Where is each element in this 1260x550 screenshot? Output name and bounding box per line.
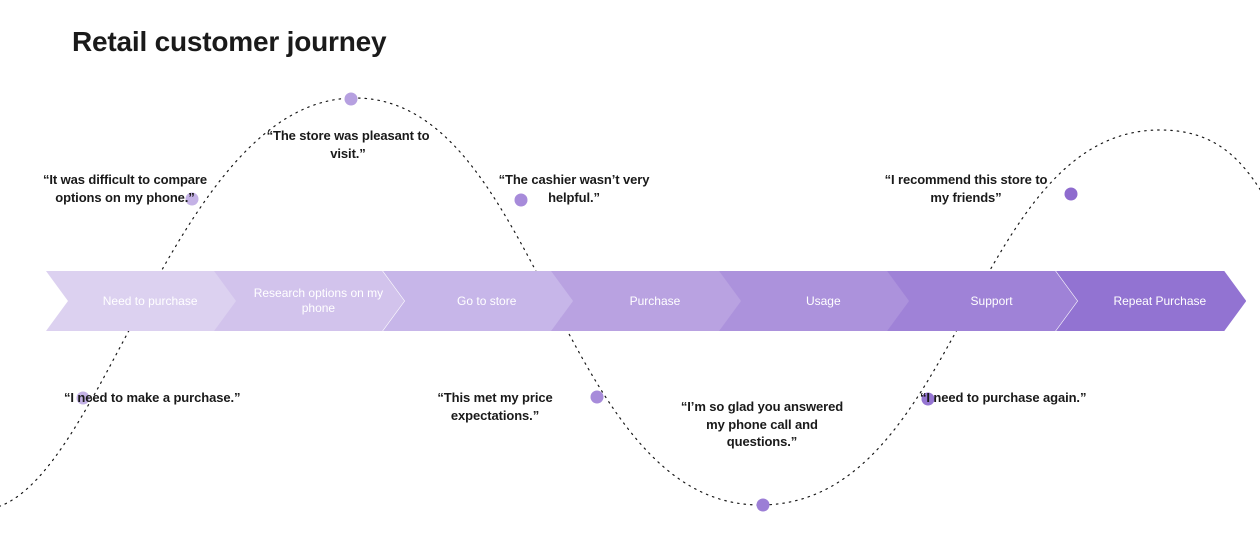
stage-label: Usage [719, 271, 909, 331]
curve-dot [1065, 188, 1078, 201]
quote-need: “I need to make a purchase.” [64, 389, 244, 407]
stage-label: Research options on my phone [214, 271, 404, 331]
stage-label: Repeat Purchase [1056, 271, 1246, 331]
stage-chevron: Research options on my phone [214, 271, 404, 331]
stage-chevron: Need to purchase [46, 271, 236, 331]
stage-label: Support [887, 271, 1077, 331]
stage-chevron: Usage [719, 271, 909, 331]
quote-support: “I’m so glad you answered my phone call … [672, 398, 852, 451]
stage-label: Purchase [551, 271, 741, 331]
stage-label: Need to purchase [46, 271, 236, 331]
quote-cashier: “The cashier wasn’t very helpful.” [484, 171, 664, 206]
curve-dot [345, 93, 358, 106]
stage-chevron: Repeat Purchase [1056, 271, 1246, 331]
page-title: Retail customer journey [72, 26, 386, 58]
quote-price: “This met my price expectations.” [405, 389, 585, 424]
stage-bar: Need to purchaseResearch options on my p… [46, 271, 1246, 331]
stage-label: Go to store [383, 271, 573, 331]
stage-chevron: Go to store [383, 271, 573, 331]
quote-store: “The store was pleasant to visit.” [258, 127, 438, 162]
curve-dot [757, 499, 770, 512]
quote-recommend: “I recommend this store to my friends” [876, 171, 1056, 206]
stage-chevron: Support [887, 271, 1077, 331]
stage-chevron: Purchase [551, 271, 741, 331]
curve-dot [591, 391, 604, 404]
quote-research: “It was difficult to compare options on … [35, 171, 215, 206]
quote-repeat-need: “I need to purchase again.” [920, 389, 1100, 407]
